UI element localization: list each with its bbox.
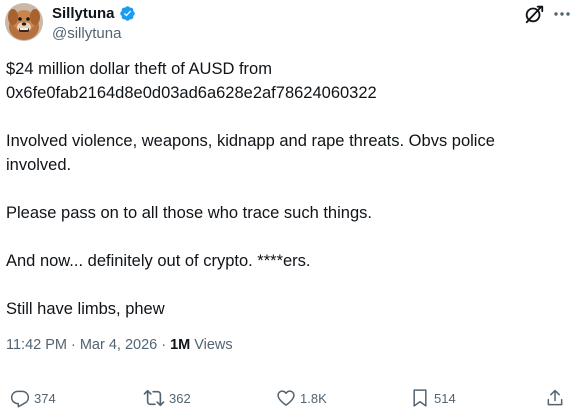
share-button[interactable] [545,386,565,410]
tweet-paragraph: Involved violence, weapons, kidnapp and … [6,132,495,174]
tweet-date[interactable]: Mar 4, 2026 [80,337,157,353]
tweet-time[interactable]: 11:42 PM [6,337,67,353]
grok-icon[interactable] [523,3,545,25]
views-label: Views [194,337,233,353]
bookmark-button[interactable]: 514 [410,386,456,410]
meta-separator: · [71,337,76,353]
like-button[interactable]: 1.8K [276,386,327,410]
handle[interactable]: @sillytuna [52,25,136,42]
verified-badge-icon [119,5,136,22]
tweet-paragraph: Please pass on to all those who trace su… [6,204,372,222]
heart-icon [277,390,295,406]
display-name[interactable]: Sillytuna [52,5,115,22]
retweet-count: 362 [169,390,191,406]
tweet-paragraph: And now... definitely out of crypto. ***… [6,252,311,270]
retweet-icon [143,389,165,407]
bookmark-count: 514 [434,390,456,406]
tweet-paragraph: Still have limbs, phew [6,300,165,318]
reply-icon [10,390,30,408]
tweet-text: $24 million dollar theft of AUSD from 0x… [6,57,566,321]
reply-button[interactable]: 374 [10,386,56,410]
like-count: 1.8K [300,390,327,406]
more-icon[interactable] [552,4,572,24]
tweet: Sillytuna @sillytuna $24 million dollar … [0,0,575,410]
reply-count: 374 [34,390,56,406]
share-icon [547,389,563,406]
avatar-image [5,3,43,41]
action-bar: 374 362 1.8K 514 [0,386,575,410]
author-block: Sillytuna @sillytuna [52,4,136,42]
meta-separator: · [161,337,167,353]
views-count[interactable]: 1M [170,337,190,353]
tweet-meta: 11:42 PM · Mar 4, 2026 · 1M Views [6,337,233,353]
bookmark-icon [413,389,427,407]
tweet-paragraph: $24 million dollar theft of AUSD from 0x… [6,60,377,102]
avatar[interactable] [5,3,43,41]
retweet-button[interactable]: 362 [143,386,191,410]
name-row: Sillytuna [52,4,136,22]
